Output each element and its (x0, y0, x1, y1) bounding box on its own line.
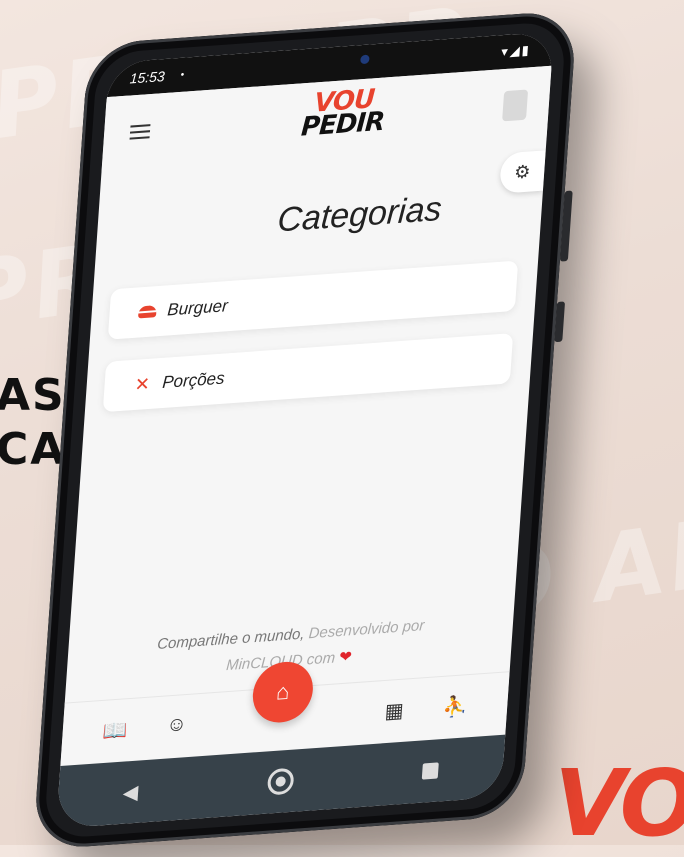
logo-line2: PEDIR (300, 106, 386, 144)
avatar[interactable] (502, 89, 529, 122)
power-button (554, 301, 566, 343)
back-triangle-icon[interactable]: ◀ (122, 779, 139, 805)
gear-icon: ⚙ (513, 160, 532, 183)
nav-home-circle-icon[interactable] (266, 767, 295, 796)
smiley-icon[interactable]: ☺ (166, 713, 188, 738)
building-icon[interactable]: ▦ (384, 698, 405, 725)
notification-dot: • (180, 69, 185, 81)
side-text-line1: AS (0, 370, 66, 421)
app-screen: 15:53 • ▾◢▮ VOU PEDIR ⚙ Categorias Burgu… (56, 31, 554, 829)
phone-mockup: 15:53 • ▾◢▮ VOU PEDIR ⚙ Categorias Burgu… (32, 9, 578, 851)
footer-dev-text: Desenvolvido por (308, 617, 425, 643)
recent-apps-square-icon[interactable] (421, 762, 440, 780)
close-x-icon: ✕ (134, 373, 151, 395)
corner-brand-logo: VO (554, 750, 684, 857)
home-icon: ⌂ (275, 678, 291, 705)
app-logo: VOU PEDIR (300, 84, 386, 144)
page-title: Categorias (276, 189, 443, 240)
category-label: Burguer (166, 296, 229, 320)
person-icon[interactable]: ⛹ (442, 693, 469, 720)
menu-book-icon[interactable]: 📖 (102, 717, 129, 744)
category-item-burguer[interactable]: Burguer (107, 260, 519, 340)
corner-brand-text: VO (554, 750, 684, 857)
category-item-porcoes[interactable]: ✕ Porções (102, 333, 514, 413)
status-time: 15:53 (129, 67, 166, 87)
category-label: Porções (161, 368, 226, 393)
status-icons: ▾◢▮ (500, 42, 532, 60)
hamburger-menu-icon[interactable] (129, 124, 151, 144)
heart-icon: ❤ (338, 647, 353, 666)
burger-icon (137, 301, 158, 324)
